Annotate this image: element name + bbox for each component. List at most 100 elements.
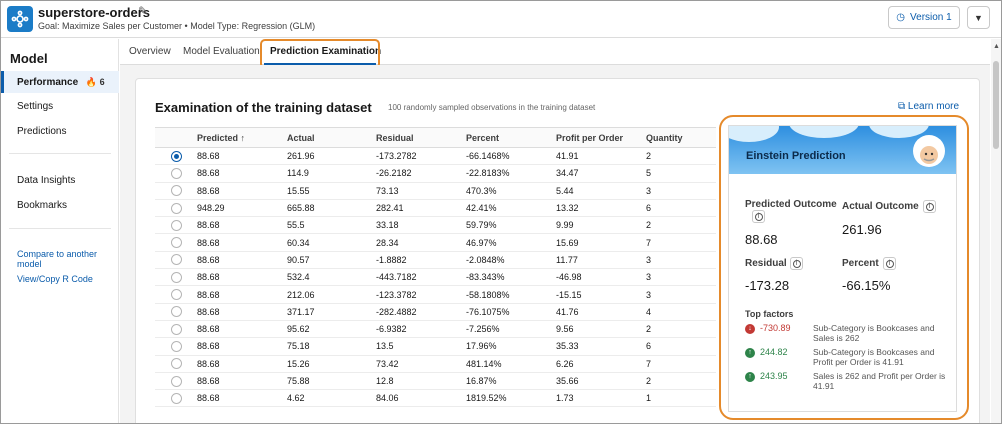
header-bar: superstore-orders ✎ Goal: Maximize Sales…: [1, 1, 1001, 38]
column-header-residual[interactable]: Residual: [376, 127, 466, 148]
sidebar-item-performance[interactable]: Performance 🔥 6: [1, 71, 119, 93]
version-label: Version 1: [910, 12, 952, 23]
row-select-cell: [155, 355, 197, 373]
sidebar-item-bookmarks[interactable]: Bookmarks: [1, 195, 119, 217]
row-select-cell: [155, 216, 197, 235]
row-select-cell: [155, 182, 197, 200]
row-radio-button[interactable]: [170, 254, 182, 266]
row-radio-button[interactable]: [170, 392, 182, 404]
table-cell: -1.8882: [376, 251, 466, 270]
table-cell: 34.47: [556, 164, 646, 183]
table-cell: -83.343%: [466, 268, 556, 287]
table-row[interactable]: 88.68 371.17 -282.4882 -76.1075% 41.76 4: [155, 303, 716, 321]
table-cell: 212.06: [287, 285, 376, 304]
column-header-predicted[interactable]: Predicted ↑: [197, 127, 287, 148]
sidebar-item-label: Bookmarks: [17, 200, 68, 211]
info-icon[interactable]: i: [883, 257, 896, 270]
learn-more-label: Learn more: [907, 101, 960, 112]
table-row[interactable]: 88.68 60.34 28.34 46.97% 15.69 7: [155, 233, 716, 252]
table-cell: -7.256%: [466, 320, 556, 339]
table-cell: 13.32: [556, 199, 646, 218]
view-r-code-link[interactable]: View/Copy R Code: [17, 274, 93, 284]
table-row[interactable]: 88.68 4.62 84.06 1819.52% 1.73 1: [155, 389, 716, 408]
table-cell: 75.88: [287, 372, 376, 391]
version-button[interactable]: ◷ Version 1: [888, 6, 960, 29]
table-cell: -173.2782: [376, 147, 466, 166]
table-row[interactable]: 88.68 75.18 13.5 17.96% 35.33 6: [155, 337, 716, 356]
table-row[interactable]: 948.29 665.88 282.41 42.41% 13.32 6: [155, 199, 716, 218]
table-row[interactable]: 88.68 95.62 -6.9382 -7.256% 9.56 2: [155, 320, 716, 339]
table-row[interactable]: 88.68 90.57 -1.8882 -2.0848% 11.77 3: [155, 251, 716, 270]
row-radio-button[interactable]: [170, 375, 182, 387]
table-row[interactable]: 88.68 212.06 -123.3782 -58.1808% -15.15 3: [155, 285, 716, 304]
table-row[interactable]: 88.68 15.26 73.42 481.14% 6.26 7: [155, 355, 716, 373]
predicted-outcome-value: 88.68: [745, 232, 778, 247]
row-radio-button[interactable]: [170, 306, 182, 318]
learn-more-link[interactable]: ⧉ Learn more: [898, 101, 959, 112]
table-cell: 88.68: [197, 320, 287, 339]
sidebar-item-label: Data Insights: [17, 175, 76, 186]
row-radio-button[interactable]: [170, 323, 182, 335]
table-cell: -443.7182: [376, 268, 466, 287]
table-cell: 9.56: [556, 320, 646, 339]
compare-model-link[interactable]: Compare to another model: [17, 249, 118, 269]
table-cell: 35.33: [556, 337, 646, 356]
column-header-quantity[interactable]: Quantity: [646, 127, 716, 148]
table-row[interactable]: 88.68 114.9 -26.2182 -22.8183% 34.47 5: [155, 164, 716, 183]
table-cell: 6: [646, 337, 716, 356]
tab-model-evaluation[interactable]: Model Evaluation: [183, 46, 260, 57]
table-row[interactable]: 88.68 15.55 73.13 470.3% 5.44 3: [155, 182, 716, 200]
table-cell: 9.99: [556, 216, 646, 235]
table-row[interactable]: 88.68 261.96 -173.2782 -66.1468% 41.91 2: [155, 147, 716, 166]
row-radio-button[interactable]: [170, 271, 182, 283]
menu-dropdown-button[interactable]: ▼: [967, 6, 990, 29]
einstein-prediction-panel: Einstein Prediction Predicted Outcome i …: [728, 125, 957, 412]
scrollbar-thumb[interactable]: [993, 61, 999, 149]
info-icon[interactable]: i: [752, 210, 765, 223]
actual-outcome-value: 261.96: [842, 222, 882, 237]
table-cell: 88.68: [197, 355, 287, 373]
sidebar-item-data-insights[interactable]: Data Insights: [1, 170, 119, 192]
table-cell: 88.68: [197, 233, 287, 252]
table-row[interactable]: 88.68 55.5 33.18 59.79% 9.99 2: [155, 216, 716, 235]
column-header-actual[interactable]: Actual: [287, 127, 376, 148]
chevron-down-icon: ▼: [974, 12, 983, 23]
row-radio-button[interactable]: [170, 340, 182, 352]
app-title: superstore-orders: [38, 5, 150, 20]
table-cell: 261.96: [287, 147, 376, 166]
row-radio-button[interactable]: [170, 219, 182, 231]
info-icon[interactable]: i: [790, 257, 803, 270]
scroll-up-arrow-icon[interactable]: ▲: [993, 43, 1000, 50]
row-radio-button[interactable]: [170, 168, 182, 179]
table-header-row: Predicted ↑ Actual Residual Percent Prof…: [155, 127, 716, 148]
row-radio-button[interactable]: [170, 237, 182, 249]
table-row[interactable]: 88.68 532.4 -443.7182 -83.343% -46.98 3: [155, 268, 716, 287]
table-cell: 15.55: [287, 182, 376, 200]
sidebar-divider: [9, 153, 111, 154]
table-cell: 88.68: [197, 303, 287, 321]
table-cell: 15.69: [556, 233, 646, 252]
tab-overview[interactable]: Overview: [129, 46, 171, 57]
table-cell: 948.29: [197, 199, 287, 218]
sidebar: Model Performance 🔥 6 Settings Predictio…: [1, 39, 119, 423]
factor-description: Sales is 262 and Profit per Order is 41.…: [813, 371, 946, 391]
info-icon[interactable]: i: [923, 200, 936, 213]
sidebar-item-settings[interactable]: Settings: [1, 96, 119, 118]
row-radio-button[interactable]: [170, 289, 182, 301]
column-header-percent[interactable]: Percent: [466, 127, 556, 148]
row-radio-button[interactable]: [170, 358, 182, 370]
table-cell: 282.41: [376, 199, 466, 218]
row-radio-button[interactable]: [170, 202, 182, 214]
clock-icon: ◷: [896, 12, 906, 23]
column-header-profit[interactable]: Profit per Order: [556, 127, 646, 148]
select-column-header: [155, 127, 197, 148]
table-cell: 7: [646, 355, 716, 373]
edit-pencil-icon[interactable]: ✎: [138, 4, 148, 18]
row-radio-button[interactable]: [170, 185, 182, 197]
percent-label: Percent: [842, 258, 879, 269]
table-row[interactable]: 88.68 75.88 12.8 16.87% 35.66 2: [155, 372, 716, 391]
row-radio-button[interactable]: [170, 150, 182, 162]
table-cell: 88.68: [197, 147, 287, 166]
percent-value: -66.15%: [842, 278, 891, 293]
sidebar-item-predictions[interactable]: Predictions: [1, 121, 119, 143]
